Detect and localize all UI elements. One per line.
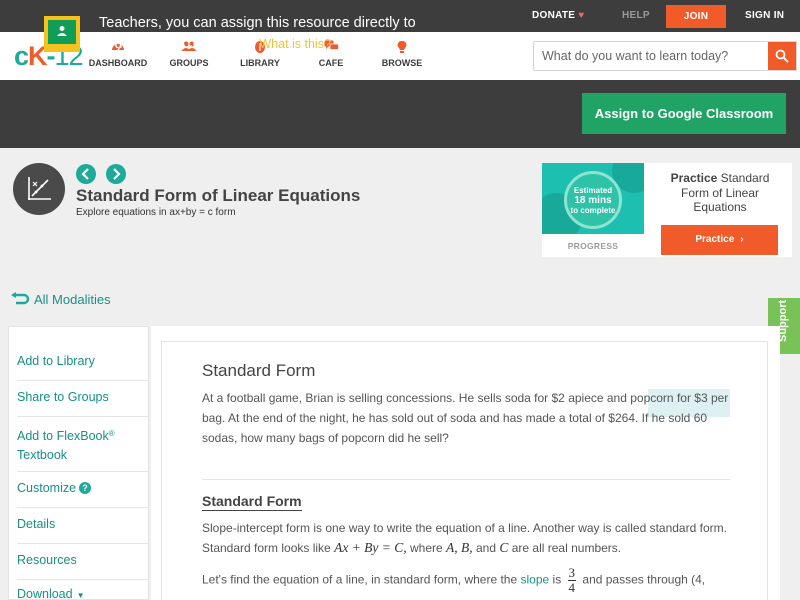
nav-browse-label: BROWSE — [381, 58, 423, 68]
progress-label: PROGRESS — [567, 241, 619, 251]
variables-ab: A, B, — [446, 540, 473, 555]
heart-icon: ♥ — [578, 10, 585, 21]
section-heading: Standard Form — [202, 493, 302, 511]
practice-button-label: Practice — [695, 234, 735, 245]
sign-in-link[interactable]: SIGN IN — [745, 0, 784, 32]
add-to-library-link[interactable]: Add to Library — [17, 352, 95, 371]
example-paragraph: Let's find the equation of a line, in st… — [202, 566, 730, 595]
assign-google-classroom-button[interactable]: Assign to Google Classroom — [582, 93, 786, 134]
share-to-groups-link[interactable]: Share to Groups — [17, 388, 109, 407]
download-label: Download — [17, 587, 73, 600]
help-question-icon[interactable]: ? — [79, 482, 92, 494]
estimated-mins: 18 mins — [574, 195, 612, 206]
estimated-time-badge: Estimated 18 mins to complete — [564, 171, 622, 229]
nav-dashboard-label: DASHBOARD — [88, 58, 148, 68]
google-classroom-icon — [44, 16, 80, 52]
practice-title: Practice Standard Form of Linear Equatio… — [660, 171, 780, 215]
caret-down-icon: ▼ — [76, 591, 85, 600]
add-to-flexbook-link[interactable]: Add to FlexBook® Textbook — [17, 424, 115, 465]
help-link[interactable]: HELP — [622, 0, 650, 32]
sidebar: Add to Library Share to Groups Add to Fl… — [8, 326, 149, 600]
practice-widget: Estimated 18 mins to complete PROGRESS P… — [542, 163, 792, 257]
join-button[interactable]: JOIN — [666, 5, 726, 28]
back-arrow-icon — [11, 292, 30, 305]
next-concept-button[interactable] — [106, 164, 126, 184]
standard-form-equation: Ax + By = C, — [334, 540, 407, 555]
practice-title-bold: Practice — [670, 171, 718, 185]
logo-c: c — [14, 41, 29, 71]
search-button[interactable] — [768, 42, 796, 70]
banner-text-line2: your Google Classroom! — [99, 36, 256, 52]
nav-library-label: LIBRARY — [240, 58, 280, 68]
practice-art: Estimated 18 mins to complete — [542, 163, 644, 234]
page-subtitle: Explore equations in ax+by = c form — [76, 207, 236, 218]
chevron-left-icon — [81, 168, 89, 180]
para3-text-c: and passes through (4, — [582, 572, 706, 587]
search-icon — [775, 49, 789, 63]
intro-paragraph: At a football game, Brian is selling con… — [202, 391, 729, 445]
nav-cafe-label: CAFE — [318, 58, 344, 68]
slope-fraction: 34 — [567, 565, 577, 595]
search-input[interactable] — [534, 42, 766, 70]
fraction-numerator: 3 — [567, 565, 577, 581]
banner-text-line1: Teachers, you can assign this resource d… — [99, 15, 416, 31]
customize-link[interactable]: Customize? — [17, 479, 92, 498]
donate-link[interactable]: DONATE ♥ — [532, 0, 585, 32]
flexbook-textbook-label: Textbook — [17, 448, 68, 462]
chevron-right-icon: › — [740, 234, 744, 245]
flexbook-label: Add to FlexBook — [17, 429, 109, 443]
details-link[interactable]: Details — [17, 515, 55, 534]
page-title: Standard Form of Linear Equations — [76, 186, 361, 205]
all-modalities-link[interactable]: All Modalities — [10, 292, 111, 307]
para2-text-d: are all real numbers. — [511, 541, 622, 555]
search-box — [533, 41, 797, 71]
customize-label: Customize — [17, 481, 77, 495]
nav-groups-label: GROUPS — [169, 58, 209, 68]
practice-button[interactable]: Practice › — [661, 225, 778, 255]
registered-mark: ® — [108, 429, 115, 438]
para3-text-b: is — [552, 572, 562, 587]
to-complete-label: to complete — [570, 206, 616, 215]
fraction-denominator: 4 — [568, 580, 576, 595]
all-modalities-label: All Modalities — [34, 292, 111, 307]
slope-link[interactable]: slope — [521, 573, 550, 587]
previous-concept-button[interactable] — [76, 164, 96, 184]
estimated-label: Estimated — [573, 186, 613, 195]
para2-text-b: where — [410, 541, 443, 555]
classroom-banner-text: Teachers, you can assign this resource d… — [99, 13, 539, 55]
download-link[interactable]: Download ▼ — [17, 585, 85, 600]
variable-c: C — [499, 540, 509, 555]
content-divider — [202, 479, 730, 480]
para2-text-c: and — [476, 541, 497, 555]
para3-text-a: Let's find the equation of a line, in st… — [202, 572, 518, 587]
chevron-right-icon — [113, 168, 121, 180]
graph-concept-icon — [13, 163, 65, 215]
resources-link[interactable]: Resources — [17, 551, 77, 570]
content-heading: Standard Form — [202, 361, 316, 380]
standard-form-paragraph: Slope-intercept form is one way to write… — [202, 518, 730, 558]
what-is-this-link[interactable]: What is this? — [259, 37, 331, 51]
